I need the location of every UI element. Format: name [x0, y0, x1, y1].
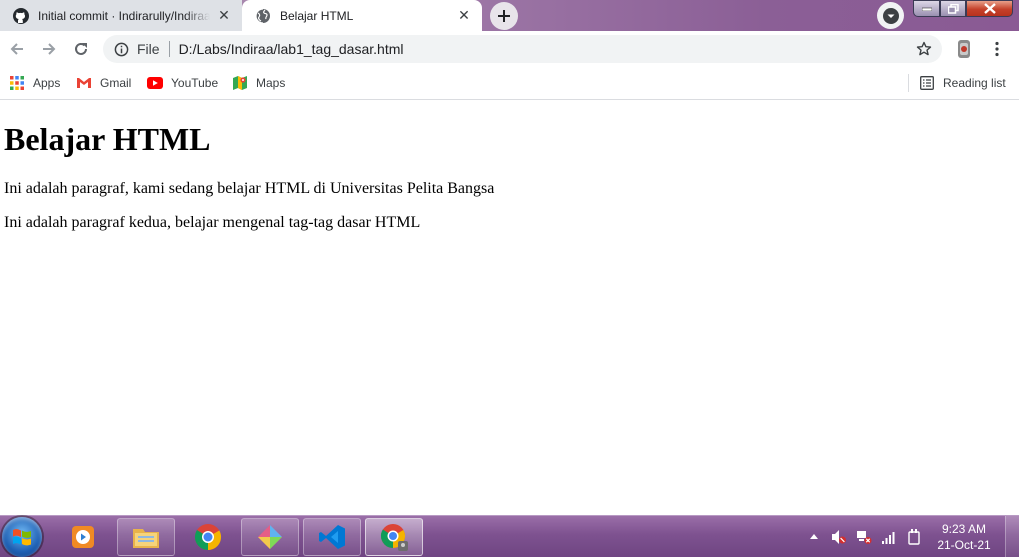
- clock[interactable]: 9:23 AM 21-Oct-21: [930, 521, 998, 553]
- close-icon: [983, 3, 996, 14]
- bookmark-star-icon[interactable]: [910, 35, 938, 63]
- bookmark-youtube[interactable]: YouTube: [147, 73, 218, 93]
- maps-icon: [232, 75, 248, 91]
- minimize-icon: [921, 7, 932, 11]
- windows-logo-icon: [13, 529, 31, 546]
- taskbar-gitkraken[interactable]: [241, 518, 299, 556]
- tab-github[interactable]: Initial commit · Indirarully/Indiraa ✕: [0, 0, 242, 31]
- arrow-left-icon: [10, 43, 23, 55]
- apps-grid-icon: [9, 75, 25, 91]
- tab-belajar-html[interactable]: Belajar HTML ✕: [242, 0, 482, 31]
- reading-list-label: Reading list: [943, 76, 1006, 90]
- gmail-icon: [76, 75, 92, 91]
- gitkraken-icon: [258, 525, 282, 549]
- paragraph: Ini adalah paragraf, kami sedang belajar…: [4, 180, 495, 197]
- bookmark-label: Apps: [33, 76, 61, 90]
- bookmarks-bar: Apps Gmail YouTube Maps Reading list: [0, 67, 1019, 100]
- tab-title: Belajar HTML: [280, 8, 354, 23]
- browser-titlebar: Initial commit · Indirarully/Indiraa ✕ B…: [0, 0, 1019, 31]
- github-icon: [13, 7, 29, 24]
- battery-plug-icon[interactable]: [906, 529, 922, 545]
- bookmark-gmail[interactable]: Gmail: [76, 73, 131, 93]
- bookmark-maps[interactable]: Maps: [232, 73, 285, 93]
- forward-button[interactable]: [35, 35, 63, 63]
- youtube-icon: [147, 75, 163, 91]
- new-tab-button[interactable]: [490, 2, 518, 30]
- system-tray: [806, 528, 922, 546]
- show-hidden-icons-arrow[interactable]: [806, 529, 822, 545]
- taskbar-file-explorer[interactable]: [117, 518, 175, 556]
- window-controls: [913, 0, 1013, 17]
- browser-toolbar: File D:/Labs/Indiraa/lab1_tag_dasar.html: [0, 31, 1019, 67]
- restore-icon: [947, 3, 959, 14]
- close-tab-icon[interactable]: ✕: [216, 7, 232, 24]
- taskbar-chrome-active[interactable]: [365, 518, 423, 556]
- scheme-label: File: [137, 41, 160, 57]
- maximize-button[interactable]: [940, 0, 966, 17]
- chevron-down-icon: [882, 7, 899, 24]
- vscode-icon: [319, 525, 345, 549]
- volume-muted-icon[interactable]: [831, 529, 847, 545]
- omnibox-divider: [168, 41, 170, 57]
- clock-time: 9:23 AM: [941, 522, 987, 536]
- bookmark-label: Maps: [256, 76, 286, 90]
- taskbar-vscode[interactable]: [303, 518, 361, 556]
- bookmark-label: Gmail: [100, 76, 132, 90]
- signal-bars-icon[interactable]: [881, 529, 897, 545]
- bookmark-label: YouTube: [171, 76, 219, 90]
- reload-button[interactable]: [67, 35, 95, 63]
- chrome-active-icon: [380, 524, 408, 551]
- close-window-button[interactable]: [966, 0, 1013, 17]
- page-heading: Belajar HTML: [4, 121, 211, 157]
- clock-date: 21-Oct-21: [937, 538, 991, 552]
- file-explorer-icon: [133, 529, 159, 548]
- taskbar: 9:23 AM 21-Oct-21: [0, 515, 1019, 557]
- taskbar-media-player[interactable]: [54, 518, 112, 556]
- arrow-right-icon: [43, 43, 56, 55]
- info-icon[interactable]: [113, 41, 129, 57]
- show-desktop-button[interactable]: [1005, 516, 1019, 557]
- network-error-icon[interactable]: [856, 529, 872, 545]
- back-button[interactable]: [3, 35, 31, 63]
- more-vertical-icon: [995, 41, 999, 57]
- extension-icon[interactable]: [953, 38, 975, 60]
- taskbar-chrome[interactable]: [179, 518, 237, 556]
- tab-title: Initial commit · Indirarully/Indiraa: [38, 8, 210, 23]
- globe-icon: [255, 7, 271, 24]
- reload-icon: [75, 42, 87, 55]
- bookmark-apps[interactable]: Apps: [9, 73, 60, 93]
- chrome-icon: [194, 524, 222, 551]
- minimize-button[interactable]: [913, 0, 940, 17]
- start-button[interactable]: [2, 517, 42, 557]
- close-tab-icon[interactable]: ✕: [456, 7, 472, 24]
- url-text[interactable]: D:/Labs/Indiraa/lab1_tag_dasar.html: [179, 41, 910, 57]
- reading-list-button[interactable]: Reading list: [919, 73, 1006, 93]
- kebab-menu-button[interactable]: [985, 35, 1009, 63]
- address-bar[interactable]: File D:/Labs/Indiraa/lab1_tag_dasar.html: [103, 35, 942, 63]
- reading-list-icon: [919, 75, 935, 91]
- paragraph: Ini adalah paragraf kedua, belajar menge…: [4, 214, 421, 231]
- plus-icon: [498, 10, 510, 22]
- page-content: Belajar HTML Ini adalah paragraf, kami s…: [0, 101, 1019, 515]
- bookmarks-divider: [908, 74, 909, 92]
- media-player-icon: [72, 526, 94, 548]
- tab-search-button[interactable]: [877, 2, 904, 29]
